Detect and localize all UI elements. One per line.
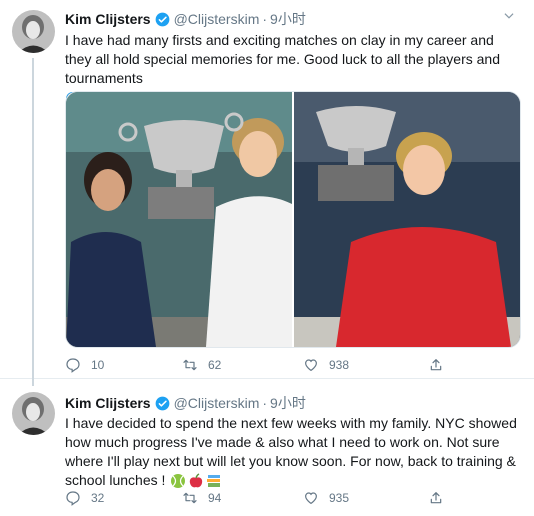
share-icon (430, 359, 442, 371)
reply-count: 32 (91, 491, 105, 505)
author-name[interactable]: Kim Clijsters (65, 11, 151, 27)
like-count: 938 (329, 358, 350, 372)
tweet-2[interactable]: Kim Clijsters @Clijsterskim · 9小时 I have… (0, 379, 534, 516)
share-button[interactable] (428, 490, 454, 506)
thread-connector (32, 58, 34, 386)
share-icon (430, 492, 442, 504)
tweet-text: I have decided to spend the next few wee… (65, 414, 520, 490)
retweet-button[interactable]: 94 (182, 490, 221, 506)
retweet-icon (183, 492, 197, 504)
tweet-actions: 10 62 938 (65, 357, 485, 377)
like-button[interactable]: 935 (303, 490, 349, 506)
like-button[interactable]: 938 (303, 357, 349, 373)
reply-icon (66, 358, 80, 373)
verified-badge-icon (155, 396, 169, 410)
like-count: 935 (329, 491, 350, 505)
reply-count: 10 (91, 358, 105, 372)
separator-dot: · (262, 395, 268, 411)
verified-badge-icon (155, 12, 169, 26)
tweet-body: I have had many firsts and exciting matc… (65, 32, 500, 86)
tweet-body: I have decided to spend the next few wee… (65, 415, 517, 488)
share-button[interactable] (428, 357, 454, 373)
author-handle[interactable]: @Clijsterskim (174, 11, 260, 27)
tennis-ball-emoji (171, 474, 186, 489)
reply-button[interactable]: 32 (65, 490, 104, 506)
tweet-actions: 32 94 935 (65, 490, 485, 510)
heart-icon (305, 359, 317, 372)
retweet-count: 94 (208, 491, 222, 505)
heart-icon (305, 492, 317, 505)
tweet-header: Kim Clijsters @Clijsterskim · 9小时 (65, 393, 306, 413)
timestamp[interactable]: 9小时 (270, 393, 306, 413)
tweet-header: Kim Clijsters @Clijsterskim · 9小时 (65, 9, 306, 29)
books-emoji (207, 475, 221, 488)
avatar[interactable] (12, 392, 55, 435)
retweet-count: 62 (208, 358, 222, 372)
chevron-down-icon[interactable] (502, 9, 516, 23)
avatar[interactable] (12, 10, 55, 53)
reply-icon (66, 491, 80, 506)
tweet-photo[interactable] (65, 91, 521, 348)
apple-emoji (190, 473, 203, 488)
reply-button[interactable]: 10 (65, 357, 104, 373)
retweet-icon (183, 359, 197, 371)
separator-dot: · (262, 11, 268, 27)
timestamp[interactable]: 9小时 (270, 9, 306, 29)
author-name[interactable]: Kim Clijsters (65, 395, 151, 411)
tweet-1[interactable]: Kim Clijsters @Clijsterskim · 9小时 I have… (0, 0, 534, 386)
author-handle[interactable]: @Clijsterskim (174, 395, 260, 411)
retweet-button[interactable]: 62 (182, 357, 221, 373)
